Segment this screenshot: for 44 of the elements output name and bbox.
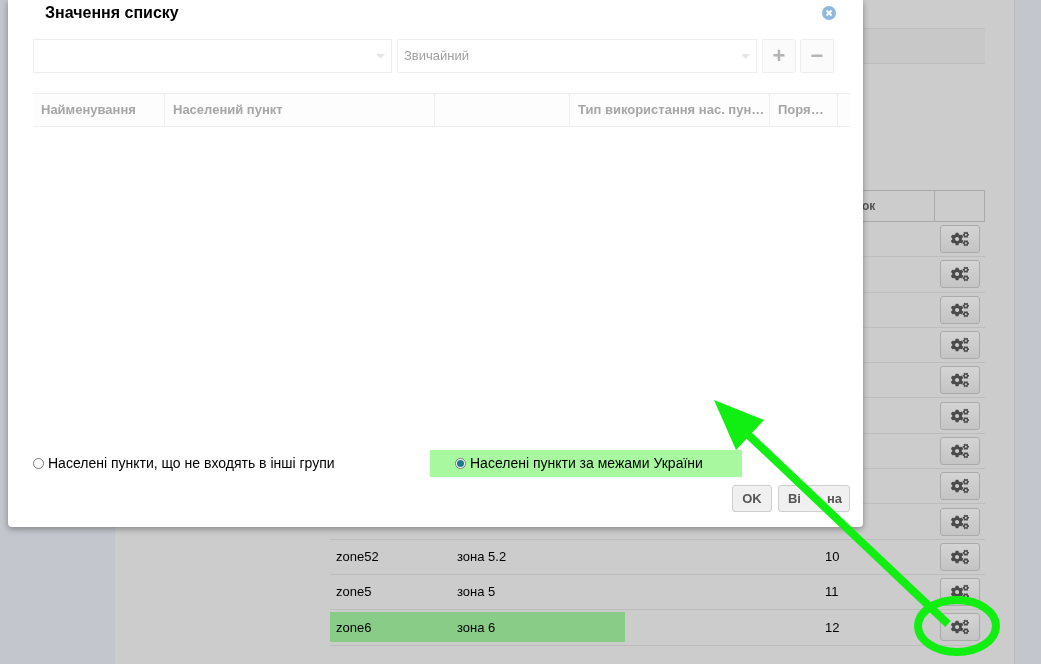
table-cell-text: zone6 — [335, 618, 373, 637]
settings-button[interactable] — [940, 542, 980, 571]
table-cell-text: зона 5 — [456, 583, 496, 602]
table-cell: 10 — [825, 549, 840, 565]
radio-option[interactable]: Населені пункти за межами України — [430, 450, 742, 477]
table-cell-text: зона 6 — [456, 618, 496, 637]
gears-icon — [951, 442, 969, 459]
column-header[interactable]: Населений пункт — [173, 100, 283, 120]
gears-icon — [951, 407, 969, 424]
radio-button[interactable] — [455, 458, 466, 469]
settings-button[interactable] — [940, 331, 980, 360]
radio-option[interactable]: Населені пункти, що не входять в інші групи — [33, 450, 430, 477]
gears-icon — [951, 513, 969, 530]
gears-icon — [951, 266, 969, 283]
table-cell: 12 — [825, 619, 840, 635]
gears-icon — [951, 619, 969, 636]
settings-button[interactable] — [940, 613, 980, 642]
gears-icon — [951, 548, 969, 565]
caret-icon — [741, 53, 750, 59]
settings-button[interactable] — [940, 295, 980, 324]
gears-icon — [951, 478, 969, 495]
column-header[interactable]: Поря… — [778, 100, 824, 120]
settings-button[interactable] — [940, 472, 980, 501]
table-cell-text: zone52 — [335, 548, 380, 567]
settings-button[interactable] — [940, 225, 980, 254]
column-header[interactable]: Найменування — [41, 100, 136, 120]
settings-button[interactable] — [940, 436, 980, 465]
settings-button[interactable] — [940, 507, 980, 536]
table-cell-text: зона 5.2 — [456, 548, 507, 567]
column-header: ок — [862, 198, 876, 215]
table-cell: 11 — [825, 584, 839, 600]
dialog-title: Значення списку — [44, 3, 179, 23]
radio-button[interactable] — [33, 458, 44, 469]
caret-icon — [376, 53, 385, 59]
table-cell-text: zone5 — [335, 583, 373, 602]
column-header[interactable]: Тип використання нас. пун… — [578, 100, 765, 120]
settings-button[interactable] — [940, 401, 980, 430]
settings-button[interactable] — [940, 260, 980, 289]
gears-icon — [951, 372, 969, 389]
gears-icon — [951, 301, 969, 318]
gears-icon — [951, 337, 969, 354]
ok-button[interactable]: OK — [732, 485, 772, 512]
settings-button[interactable] — [940, 366, 980, 395]
gears-icon — [951, 231, 969, 248]
